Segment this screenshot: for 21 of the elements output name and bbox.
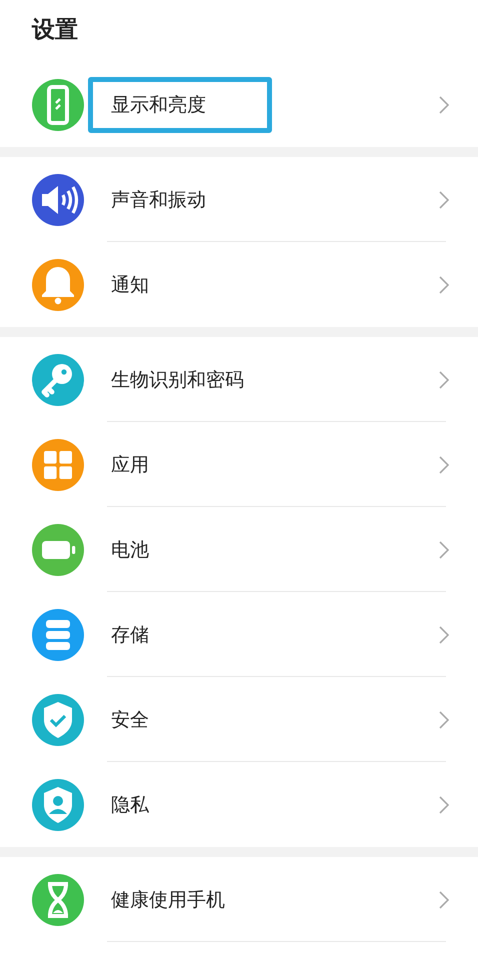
chevron-right-icon bbox=[438, 890, 450, 910]
settings-item[interactable]: 应用 bbox=[88, 436, 172, 492]
chevron-right-icon bbox=[438, 624, 450, 644]
settings-item[interactable]: 生物识别和密码 bbox=[88, 352, 267, 408]
page-title: 设置 bbox=[30, 16, 79, 45]
chevron-right-icon bbox=[438, 274, 450, 294]
chevron-right-icon bbox=[438, 370, 450, 390]
chevron-right-icon bbox=[438, 190, 450, 210]
settings-item[interactable]: 安全 bbox=[88, 692, 172, 748]
settings-item[interactable]: 显示和亮度 bbox=[88, 76, 272, 132]
settings-item[interactable]: 通知 bbox=[88, 256, 172, 312]
settings-item[interactable]: 声音和振动 bbox=[88, 172, 229, 228]
settings-item[interactable]: 隐私 bbox=[88, 776, 172, 832]
settings-item[interactable]: 电池 bbox=[88, 522, 172, 578]
settings-item[interactable]: 存储 bbox=[88, 606, 172, 662]
chevron-right-icon bbox=[438, 710, 450, 730]
chevron-right-icon bbox=[438, 794, 450, 814]
chevron-right-icon bbox=[438, 94, 450, 114]
chevron-right-icon bbox=[438, 540, 450, 560]
chevron-right-icon bbox=[438, 454, 450, 474]
settings-item[interactable]: 健康使用手机 bbox=[88, 872, 248, 928]
